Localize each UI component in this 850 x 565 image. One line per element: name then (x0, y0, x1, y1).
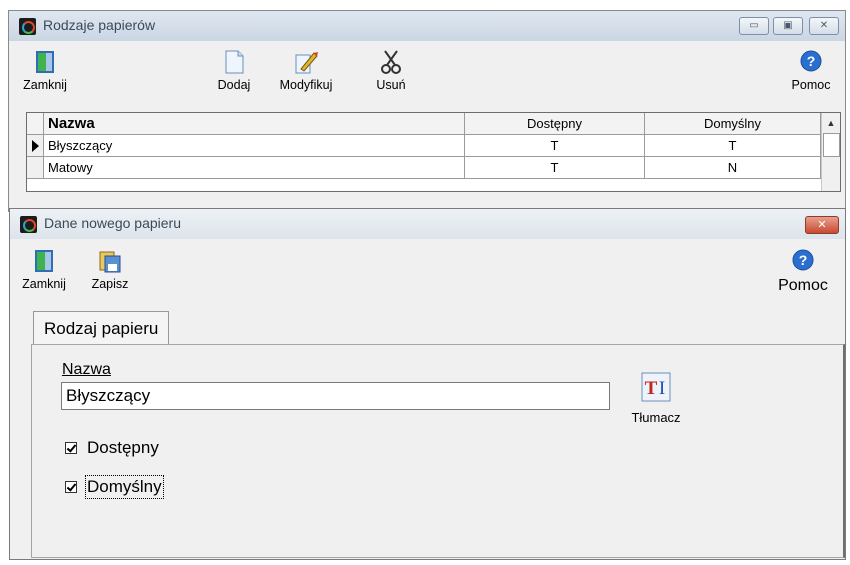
scrollbar-thumb[interactable] (823, 133, 840, 157)
cell-available[interactable]: T (465, 157, 645, 179)
paper-types-window: Rodzaje papierów ▭ ▣ ✕ Zamknij Dodaj Mod… (8, 10, 846, 212)
help-button[interactable]: ? Pomoc (768, 248, 838, 295)
translate-icon: T I (641, 372, 671, 402)
help-icon: ? (800, 50, 822, 72)
cell-available[interactable]: T (465, 135, 645, 157)
close-label: Zamknij (23, 78, 67, 92)
close-button[interactable]: Zamknij (17, 49, 73, 92)
cell-default[interactable]: T (645, 135, 821, 157)
close-label: Zamknij (22, 277, 66, 291)
default-checkbox-label: Domyślny (85, 475, 164, 499)
cell-default[interactable]: N (645, 157, 821, 179)
exit-door-icon (36, 51, 54, 73)
grid-header-row: Nazwa Dostępny Domyślny (27, 113, 821, 135)
delete-label: Usuń (376, 78, 406, 92)
scroll-up-arrow-icon[interactable]: ▲ (822, 113, 840, 133)
row-indicator-header (27, 113, 44, 135)
default-checkbox-row[interactable]: Domyślny (65, 475, 164, 499)
svg-text:?: ? (807, 53, 816, 69)
current-row-arrow-icon (27, 135, 44, 157)
add-label: Dodaj (217, 78, 251, 92)
save-icon (99, 251, 121, 273)
app-logo-icon (20, 216, 37, 233)
cell-name[interactable]: Błyszczący (44, 135, 465, 157)
close-window-button[interactable]: ✕ (809, 17, 839, 35)
delete-button[interactable]: Usuń (369, 49, 413, 92)
translate-button[interactable]: T I Tłumacz (623, 372, 689, 425)
app-logo-icon (19, 18, 36, 35)
maximize-button[interactable]: ▣ (773, 17, 803, 35)
available-checkbox-label: Dostępny (87, 438, 159, 457)
help-label: Pomoc (791, 78, 831, 92)
table-row[interactable]: Matowy T N (27, 157, 821, 179)
window-titlebar[interactable]: Rodzaje papierów ▭ ▣ ✕ (9, 11, 845, 41)
close-button[interactable]: Zamknij (16, 248, 72, 291)
row-indicator (27, 157, 44, 179)
grid-scrollbar[interactable]: ▲ (821, 113, 840, 191)
save-button[interactable]: Zapisz (82, 248, 138, 291)
save-label: Zapisz (91, 277, 129, 291)
default-checkbox[interactable] (65, 481, 77, 493)
available-checkbox-row[interactable]: Dostępny (65, 438, 159, 458)
minimize-button[interactable]: ▭ (739, 17, 769, 35)
cell-name[interactable]: Matowy (44, 157, 465, 179)
edit-pencil-icon (295, 52, 318, 74)
exit-door-icon (35, 250, 53, 272)
column-header-name[interactable]: Nazwa (44, 113, 465, 135)
window-title: Rodzaje papierów (43, 17, 156, 33)
available-checkbox[interactable] (65, 442, 77, 454)
new-paper-dialog: Dane nowego papieru ✕ Zamknij Zapisz ? P… (9, 208, 846, 560)
svg-text:I: I (659, 378, 665, 399)
translate-label: Tłumacz (631, 410, 681, 425)
scissors-icon (381, 50, 401, 74)
help-label: Pomoc (778, 277, 828, 294)
new-document-icon (225, 50, 244, 74)
tab-paper-type[interactable]: Rodzaj papieru (33, 311, 170, 345)
column-header-default[interactable]: Domyślny (645, 113, 821, 135)
dialog-close-button[interactable]: ✕ (805, 216, 839, 234)
help-icon: ? (792, 249, 814, 271)
name-input[interactable] (61, 382, 610, 410)
svg-text:T: T (645, 378, 658, 399)
name-label-text: Nazwa (62, 361, 111, 378)
table-row[interactable]: Błyszczący T T (27, 135, 821, 157)
help-button[interactable]: ? Pomoc (783, 49, 839, 92)
column-header-available[interactable]: Dostępny (465, 113, 645, 135)
dialog-title: Dane nowego papieru (44, 215, 181, 231)
dialog-titlebar[interactable]: Dane nowego papieru ✕ (10, 209, 845, 239)
edit-button[interactable]: Modyfikuj (274, 49, 338, 92)
paper-types-grid: Nazwa Dostępny Domyślny Błyszczący T T M… (26, 112, 841, 192)
name-field-label: Nazwa (62, 361, 111, 379)
add-button[interactable]: Dodaj (210, 49, 258, 92)
edit-label: Modyfikuj (279, 78, 333, 92)
svg-text:?: ? (799, 252, 808, 268)
